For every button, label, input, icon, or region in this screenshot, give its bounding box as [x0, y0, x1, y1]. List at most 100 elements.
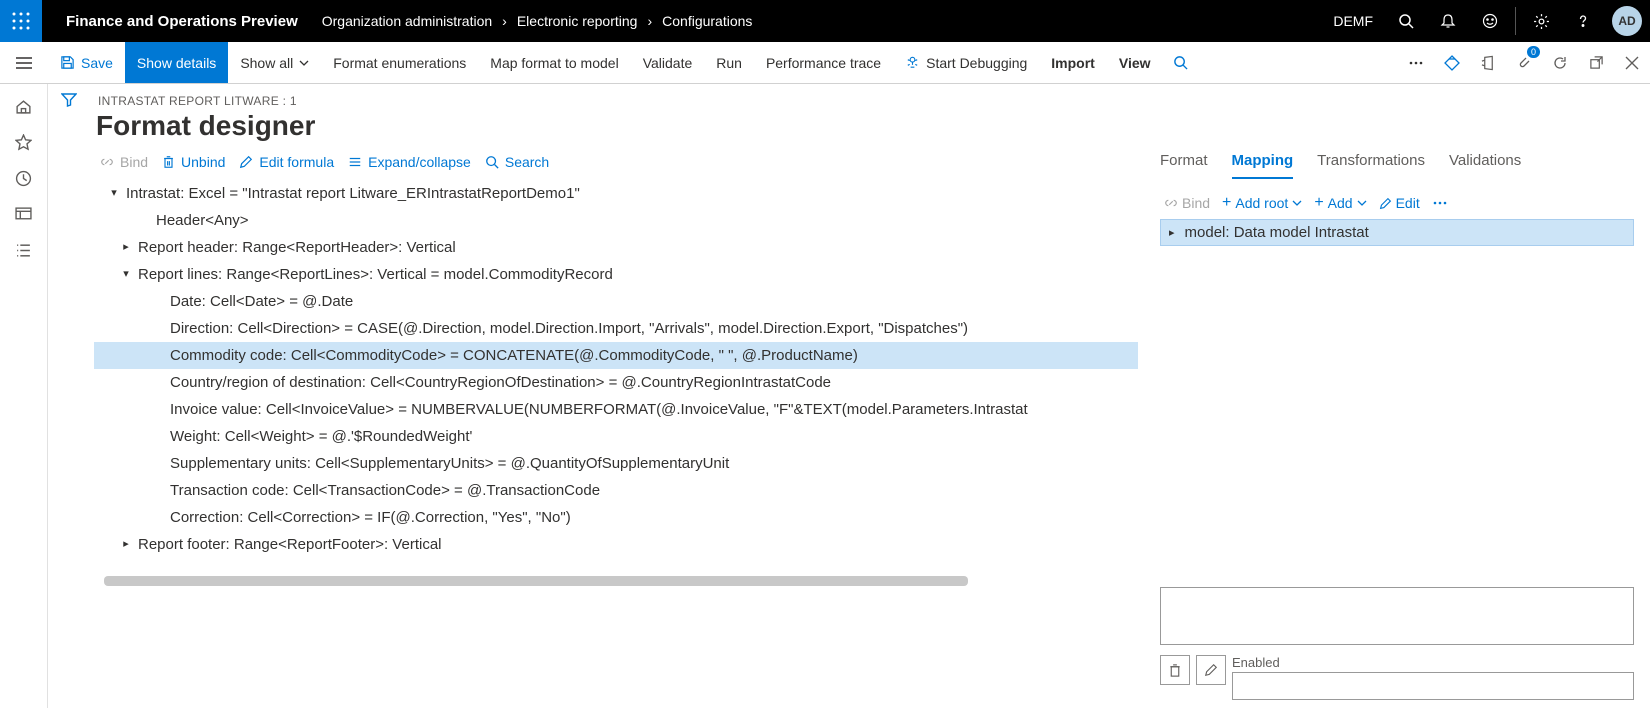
waffle-icon[interactable] [0, 0, 42, 42]
tree-node[interactable]: Header<Any> [94, 207, 1138, 234]
tree-node[interactable]: ▸Report header: Range<ReportHeader>: Ver… [94, 234, 1138, 261]
label: Add root [1235, 195, 1288, 211]
bind-button[interactable]: Bind [1164, 195, 1210, 211]
edit-button[interactable]: Edit [1379, 195, 1420, 211]
hamburger-icon[interactable] [0, 42, 48, 83]
tab-mapping[interactable]: Mapping [1232, 152, 1294, 179]
validate-button[interactable]: Validate [631, 42, 705, 83]
tab-transformations[interactable]: Transformations [1317, 152, 1425, 179]
caret-down-icon[interactable]: ▾ [118, 261, 134, 288]
refresh-icon[interactable] [1542, 42, 1578, 83]
tree-node[interactable]: ▸Report footer: Range<ReportFooter>: Ver… [94, 531, 1138, 558]
breadcrumb-item[interactable]: Organization administration [322, 13, 492, 29]
label: Search [505, 154, 549, 170]
tree-node[interactable]: ▾Report lines: Range<ReportLines>: Verti… [94, 261, 1138, 288]
show-details-button[interactable]: Show details [125, 42, 228, 83]
tab-format[interactable]: Format [1160, 152, 1208, 179]
bind-button[interactable]: Bind [100, 154, 148, 170]
save-button[interactable]: Save [48, 42, 125, 83]
tree-node[interactable]: Date: Cell<Date> = @.Date [94, 288, 1138, 315]
ellipsis-icon[interactable] [1398, 42, 1434, 83]
unbind-button[interactable]: Unbind [162, 154, 225, 170]
import-button[interactable]: Import [1039, 42, 1107, 83]
tree-search-button[interactable]: Search [485, 154, 549, 170]
node-label: Invoice value: Cell<InvoiceValue> = NUMB… [170, 396, 1028, 423]
divider [1515, 7, 1516, 35]
filter-icon[interactable] [48, 84, 90, 708]
home-icon[interactable] [0, 88, 48, 124]
tree-node[interactable]: Weight: Cell<Weight> = @.'$RoundedWeight… [94, 423, 1138, 450]
tree-node[interactable]: Transaction code: Cell<TransactionCode> … [94, 477, 1138, 504]
enabled-label: Enabled [1232, 655, 1634, 670]
view-button[interactable]: View [1107, 42, 1163, 83]
label: Expand/collapse [368, 154, 471, 170]
right-bottom-area: Enabled [1160, 587, 1634, 700]
performance-trace-button[interactable]: Performance trace [754, 42, 893, 83]
star-icon[interactable] [0, 124, 48, 160]
office-icon[interactable] [1470, 42, 1506, 83]
tree-node[interactable]: Direction: Cell<Direction> = CASE(@.Dire… [94, 315, 1138, 342]
tree-node-root[interactable]: ▾Intrastat: Excel = "Intrastat report Li… [94, 180, 1138, 207]
cmd-label: Run [716, 55, 742, 71]
more-button[interactable] [1432, 195, 1448, 211]
tab-label: Mapping [1232, 152, 1294, 169]
edit-icon[interactable] [1196, 655, 1226, 685]
breadcrumb-item[interactable]: Electronic reporting [517, 13, 638, 29]
left-rail [0, 84, 48, 708]
formula-box[interactable] [1160, 587, 1634, 645]
tree-node[interactable]: Correction: Cell<Correction> = IF(@.Corr… [94, 504, 1138, 531]
delete-icon[interactable] [1160, 655, 1190, 685]
show-all-button[interactable]: Show all [228, 42, 321, 83]
add-root-button[interactable]: + Add root [1222, 195, 1302, 211]
node-label: Date: Cell<Date> = @.Date [170, 288, 353, 315]
smile-icon[interactable] [1469, 0, 1511, 42]
add-button[interactable]: + Add [1314, 195, 1366, 211]
edit-formula-button[interactable]: Edit formula [239, 154, 334, 170]
breadcrumb: Organization administration › Electronic… [322, 13, 753, 29]
bell-icon[interactable] [1427, 0, 1469, 42]
avatar[interactable]: AD [1612, 6, 1642, 36]
caret-right-icon[interactable]: ▸ [118, 234, 134, 261]
attachments-icon[interactable]: 0 [1506, 42, 1542, 83]
tab-label: Format [1160, 152, 1208, 169]
right-toolbar: Bind + Add root + Add Edit [1160, 195, 1634, 211]
popup-icon[interactable] [1578, 42, 1614, 83]
workspace-icon[interactable] [0, 196, 48, 232]
expand-collapse-button[interactable]: Expand/collapse [348, 154, 471, 170]
format-enumerations-button[interactable]: Format enumerations [321, 42, 478, 83]
cmd-label: Validate [643, 55, 693, 71]
recent-icon[interactable] [0, 160, 48, 196]
cmd-label: View [1119, 55, 1151, 71]
mapping-root-node[interactable]: ▸ model: Data model Intrastat [1160, 219, 1634, 246]
modules-icon[interactable] [0, 232, 48, 268]
find-icon[interactable] [1163, 42, 1199, 83]
breadcrumb-item[interactable]: Configurations [662, 13, 752, 29]
run-button[interactable]: Run [704, 42, 754, 83]
search-icon[interactable] [1385, 0, 1427, 42]
cmd-label: Performance trace [766, 55, 881, 71]
tree-node[interactable]: Invoice value: Cell<InvoiceValue> = NUMB… [94, 396, 1138, 423]
node-label: Commodity code: Cell<CommodityCode> = CO… [170, 342, 858, 369]
cmd-label: Show all [240, 55, 293, 71]
node-label: Weight: Cell<Weight> = @.'$RoundedWeight… [170, 423, 472, 450]
start-debugging-button[interactable]: Start Debugging [893, 42, 1039, 83]
map-format-button[interactable]: Map format to model [478, 42, 630, 83]
edit-row: Enabled [1160, 655, 1634, 700]
main: INTRASTAT REPORT LITWARE : 1 Format desi… [0, 84, 1650, 708]
tree-node[interactable]: Country/region of destination: Cell<Coun… [94, 369, 1138, 396]
label: Unbind [181, 154, 225, 170]
company-code[interactable]: DEMF [1321, 13, 1385, 29]
enabled-input[interactable] [1232, 672, 1634, 700]
diamond-icon[interactable] [1434, 42, 1470, 83]
tab-label: Transformations [1317, 152, 1425, 169]
gear-icon[interactable] [1520, 0, 1562, 42]
tree-node-selected[interactable]: Commodity code: Cell<CommodityCode> = CO… [94, 342, 1138, 369]
help-icon[interactable] [1562, 0, 1604, 42]
horizontal-scrollbar[interactable] [104, 576, 968, 586]
caret-right-icon[interactable]: ▸ [1169, 226, 1175, 239]
caret-down-icon[interactable]: ▾ [106, 180, 122, 207]
caret-right-icon[interactable]: ▸ [118, 531, 134, 558]
tree-node[interactable]: Supplementary units: Cell<SupplementaryU… [94, 450, 1138, 477]
close-icon[interactable] [1614, 42, 1650, 83]
tab-validations[interactable]: Validations [1449, 152, 1521, 179]
